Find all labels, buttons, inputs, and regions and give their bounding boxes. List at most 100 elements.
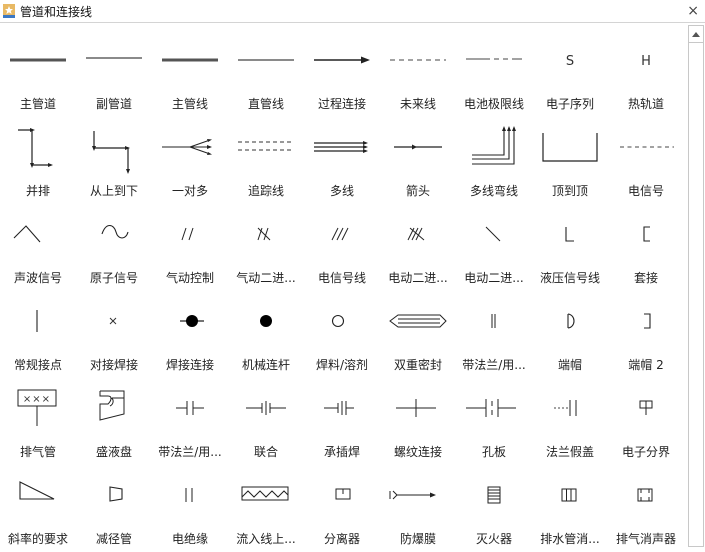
shape-item[interactable]: ××× 排气管: [0, 378, 76, 465]
shape-label: 套接: [633, 271, 658, 285]
shape-label: 排气消声器: [615, 532, 676, 546]
shape-item[interactable]: 电动二进...: [456, 204, 532, 291]
shape-item[interactable]: 套接: [608, 204, 684, 291]
shape-item[interactable]: 对接焊接: [76, 291, 152, 378]
shape-item[interactable]: 主管道: [0, 30, 76, 117]
exhaust-silencer-icon: [637, 488, 653, 502]
shape-item[interactable]: 电动二进...: [380, 204, 456, 291]
shape-item[interactable]: 端帽: [532, 291, 608, 378]
shape-item[interactable]: 未来线: [380, 30, 456, 117]
shape-label: 一对多: [171, 184, 208, 198]
shape-item[interactable]: 追踪线: [228, 117, 304, 204]
shape-item[interactable]: 联合: [228, 378, 304, 465]
shape-item[interactable]: 气动控制: [152, 204, 228, 291]
flange-bolted-2-icon: [176, 401, 204, 415]
shape-item[interactable]: 气动二进...: [228, 204, 304, 291]
shape-item[interactable]: 直管线: [228, 30, 304, 117]
side-by-side-icon: [18, 128, 53, 168]
shape-item[interactable]: 副管道: [76, 30, 152, 117]
shape-item[interactable]: 箭头: [380, 117, 456, 204]
shape-item[interactable]: 声波信号: [0, 204, 76, 291]
shape-label: 顶到顶: [551, 184, 588, 198]
butt-weld-icon: [109, 317, 117, 325]
electronic-boundary-icon: [639, 400, 653, 415]
shape-item[interactable]: 法兰假盖: [532, 378, 608, 465]
shape-item[interactable]: 流入线上...: [228, 465, 304, 552]
shape-label: 流入线上...: [236, 532, 296, 546]
shape-item[interactable]: 多线弯线: [456, 117, 532, 204]
close-icon[interactable]: ×: [687, 2, 699, 20]
shape-label: 多线弯线: [469, 184, 518, 198]
shape-item[interactable]: 主管线: [152, 30, 228, 117]
solder-solvent-icon: [331, 314, 345, 328]
shape-item[interactable]: 带法兰/用...: [152, 378, 228, 465]
vertical-scrollbar[interactable]: [688, 25, 704, 547]
shape-item[interactable]: 承插焊: [304, 378, 380, 465]
shape-item[interactable]: 机械连杆: [228, 291, 304, 378]
shape-item[interactable]: 双重密封: [380, 291, 456, 378]
shape-item[interactable]: 从上到下: [76, 117, 152, 204]
shape-label: 机械连杆: [241, 358, 290, 372]
shape-label: 排气管: [19, 445, 56, 459]
socket-weld-icon: [324, 401, 354, 415]
shape-item[interactable]: 孔板: [456, 378, 532, 465]
shape-item[interactable]: 并排: [0, 117, 76, 204]
shape-item[interactable]: 多线: [304, 117, 380, 204]
pneumatic-control-icon: [181, 227, 194, 241]
shape-item[interactable]: 焊料/溶剂: [304, 291, 380, 378]
shape-item[interactable]: 斜率的要求: [0, 465, 76, 552]
electric-signal-icon: [620, 146, 674, 148]
shape-item[interactable]: 减径管: [76, 465, 152, 552]
shape-item[interactable]: 电信号: [608, 117, 684, 204]
flame-arrestor-icon: [487, 486, 501, 504]
electronic-series-icon: S: [566, 54, 574, 69]
future-line-icon: [390, 59, 446, 61]
shape-item[interactable]: 端帽 2: [608, 291, 684, 378]
straight-line-icon: [238, 59, 294, 61]
shape-item[interactable]: 防爆膜: [380, 465, 456, 552]
app-icon: [3, 4, 15, 18]
shape-item[interactable]: 焊接连接: [152, 291, 228, 378]
shape-item[interactable]: 过程连接: [304, 30, 380, 117]
shape-label: 气动控制: [165, 271, 214, 285]
shape-label: 直管线: [247, 97, 284, 111]
shape-row: 常规接点 对接焊接 焊接连接 机械连杆 焊料/溶剂 双重密封 带法兰/用... 端帽 端帽 2: [0, 291, 685, 378]
shape-label: 主管道: [19, 97, 56, 111]
shape-item[interactable]: 原子信号: [76, 204, 152, 291]
shape-item[interactable]: 盛液盘: [76, 378, 152, 465]
shape-label: 电信号线: [317, 271, 366, 285]
shape-item[interactable]: 一对多: [152, 117, 228, 204]
shape-item[interactable]: 灭火器: [456, 465, 532, 552]
flanged-bolted-icon: [491, 314, 496, 328]
shape-item[interactable]: 顶到顶: [532, 117, 608, 204]
shape-label: 带法兰/用...: [158, 445, 222, 459]
shape-label: 主管线: [171, 97, 208, 111]
shape-label: 追踪线: [247, 184, 284, 198]
shape-item[interactable]: 电池极限线: [456, 30, 532, 117]
shape-item[interactable]: 电绝缘: [152, 465, 228, 552]
one-to-many-icon: [162, 139, 212, 155]
welded-connection-icon: [180, 315, 204, 327]
shape-row: 主管道 副管道 主管线 直管线 过程连接 未来线 电池极限线 S 电子序列 H 热轨道: [0, 30, 685, 117]
svg-text:×××: ×××: [23, 394, 51, 405]
shape-label: 端帽 2: [628, 358, 664, 372]
shape-item[interactable]: 电子分界: [608, 378, 684, 465]
shape-item[interactable]: 螺纹连接: [380, 378, 456, 465]
shape-item[interactable]: 排水管消...: [532, 465, 608, 552]
reducer-icon: [109, 486, 123, 502]
shape-item[interactable]: 排气消声器: [608, 465, 684, 552]
shape-item[interactable]: 分离器: [304, 465, 380, 552]
double-containment-icon: [389, 314, 447, 328]
shape-item[interactable]: 液压信号线: [532, 204, 608, 291]
shape-item[interactable]: S 电子序列: [532, 30, 608, 117]
scroll-up-button[interactable]: [689, 26, 703, 43]
window-title: 管道和连接线: [20, 5, 93, 19]
arrow-icon: [394, 144, 442, 150]
shape-item[interactable]: H 热轨道: [608, 30, 684, 117]
shape-row: 斜率的要求 减径管 电绝缘 流入线上... 分离器 防爆膜 灭火器 排水管消... 排气消声器: [0, 465, 685, 552]
shape-item[interactable]: 电信号线: [304, 204, 380, 291]
secondary-pipe-icon: [86, 57, 142, 59]
normal-junction-icon: [36, 310, 38, 332]
shape-item[interactable]: 带法兰/用...: [456, 291, 532, 378]
shape-item[interactable]: 常规接点: [0, 291, 76, 378]
